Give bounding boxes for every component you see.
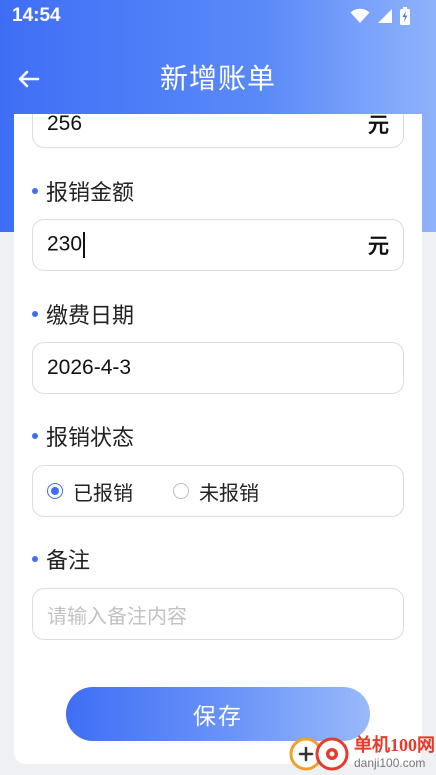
- label-dot: [32, 433, 38, 439]
- reimburse-amount-input[interactable]: 230 元: [32, 219, 404, 271]
- page-title: 新增账单: [159, 62, 276, 95]
- signal-icon: [378, 9, 392, 23]
- status-bar: 14:54: [0, 0, 436, 32]
- reimburse-amount-value: 230: [47, 232, 83, 256]
- radio-not-reimbursed-label: 未报销: [199, 480, 259, 505]
- label-dot: [32, 311, 38, 317]
- reimburse-status-label-text: 报销状态: [46, 426, 135, 451]
- radio-group: 已报销 未报销: [47, 477, 259, 506]
- status-icons: [350, 7, 410, 25]
- amount-input[interactable]: 256 元: [32, 114, 404, 148]
- form-card: 256 元 报销金额 230 元 缴费日期 2026-4-3 报销状态 已报销 …: [14, 114, 422, 764]
- reimburse-amount-value-wrap: 230: [47, 232, 368, 258]
- wifi-icon: [350, 8, 370, 23]
- watermark-domain: danji100.com: [354, 756, 426, 770]
- reimburse-amount-label-text: 报销金额: [46, 181, 135, 206]
- watermark: 单机100网 danji100.com: [286, 730, 436, 775]
- remark-input[interactable]: 请输入备注内容: [32, 588, 404, 640]
- battery-charging-icon: [400, 7, 410, 25]
- payment-date-value: 2026-4-3: [47, 356, 132, 379]
- radio-unchecked-icon: [173, 483, 189, 499]
- watermark-logo: [286, 730, 350, 775]
- reimburse-status-group: 已报销 未报销: [32, 465, 404, 517]
- label-dot: [32, 556, 38, 562]
- watermark-logo-icon: [289, 737, 349, 771]
- back-button[interactable]: [14, 64, 44, 94]
- reimburse-amount-label: 报销金额: [32, 175, 134, 207]
- reimburse-status-label: 报销状态: [32, 420, 134, 452]
- amount-unit: 元: [368, 114, 389, 137]
- remark-label-text: 备注: [46, 549, 91, 574]
- radio-not-reimbursed[interactable]: 未报销: [173, 477, 259, 506]
- arrow-left-icon: [18, 70, 40, 88]
- reimburse-amount-unit: 元: [368, 234, 389, 258]
- payment-date-label: 缴费日期: [32, 298, 134, 330]
- radio-reimbursed-label: 已报销: [73, 480, 133, 505]
- radio-checked-icon: [47, 483, 63, 499]
- remark-placeholder: 请输入备注内容: [47, 603, 187, 628]
- text-caret: [83, 232, 85, 258]
- remark-label: 备注: [32, 543, 90, 575]
- status-time: 14:54: [12, 5, 61, 26]
- watermark-text: 单机100网 danji100.com: [354, 736, 435, 769]
- payment-date-label-text: 缴费日期: [46, 304, 135, 329]
- payment-date-picker[interactable]: 2026-4-3: [32, 342, 404, 394]
- radio-reimbursed[interactable]: 已报销: [47, 477, 133, 506]
- app-bar: 新增账单: [0, 44, 436, 110]
- amount-value: 256: [47, 114, 83, 135]
- label-dot: [32, 188, 38, 194]
- watermark-title: 单机100网: [354, 735, 435, 755]
